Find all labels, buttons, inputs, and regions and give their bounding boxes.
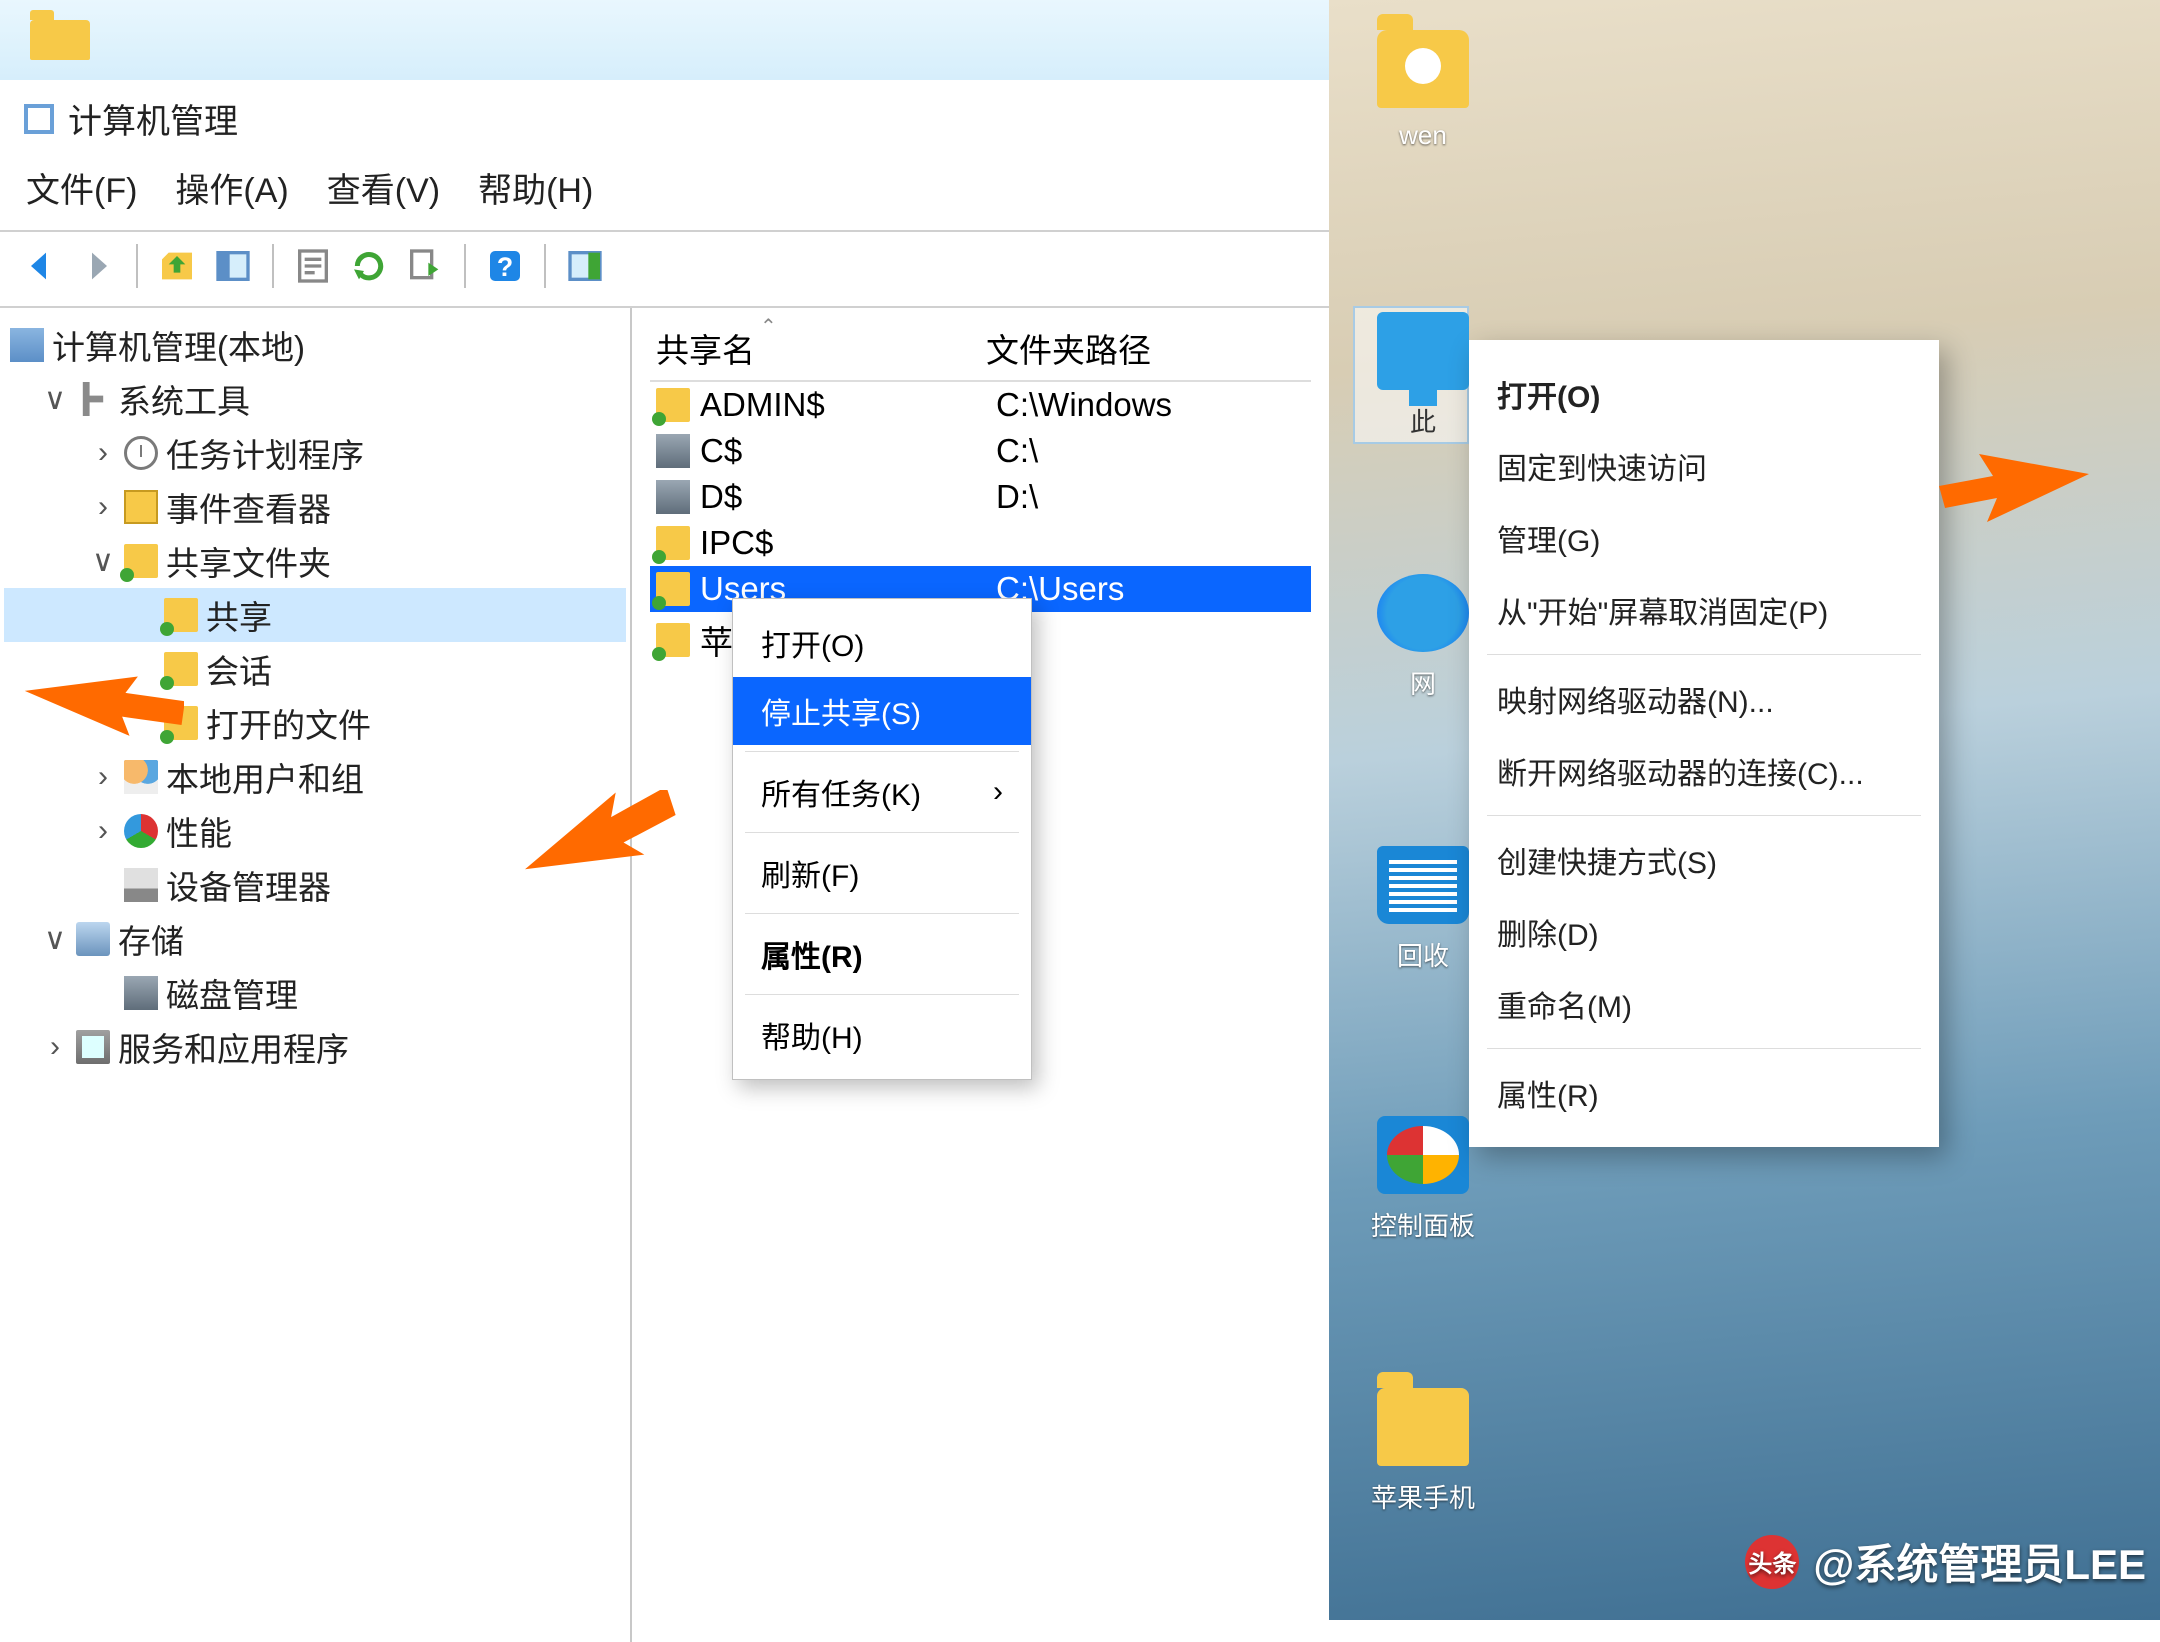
ctx2-open[interactable]: 打开(O) [1469,358,1939,430]
ctx2-pin-quick[interactable]: 固定到快速访问 [1469,430,1939,502]
tree-system-tools[interactable]: ∨系统工具 [4,372,626,426]
watermark-logo: 头条 [1745,1535,1799,1589]
menu-bar[interactable]: 文件(F) 操作(A) 查看(V) 帮助(H) [0,149,1329,230]
shared-folder-icon [124,544,158,578]
ctx2-map-drive[interactable]: 映射网络驱动器(N)... [1469,663,1939,735]
share-context-menu: 打开(O) 停止共享(S) 所有任务(K)› 刷新(F) 属性(R) 帮助(H) [732,598,1032,1080]
ctx-refresh[interactable]: 刷新(F) [733,839,1031,907]
ctx2-unpin-start[interactable]: 从"开始"屏幕取消固定(P) [1469,574,1939,646]
folder-icon [1377,1388,1469,1466]
services-icon [76,1030,110,1064]
desktop-icon-label: wen [1353,120,1493,151]
computer-management-icon [24,104,54,134]
ctx-open[interactable]: 打开(O) [733,609,1031,677]
desktop-icon-user-folder[interactable]: wen [1353,30,1493,151]
list-row[interactable]: IPC$ [650,520,1311,566]
list-row[interactable]: D$D:\ [650,474,1311,520]
perf-icon [124,814,158,848]
share-icon [656,388,690,422]
recycle-bin-icon [1377,846,1469,924]
menu-action[interactable]: 操作(A) [175,163,288,212]
share-icon [656,526,690,560]
desktop-icon-label: 苹果手机 [1353,1478,1493,1515]
navigation-tree[interactable]: 计算机管理(本地) ∨系统工具 ›任务计划程序 ›事件查看器 ∨共享文件夹 共享… [0,308,632,1642]
ctx2-manage[interactable]: 管理(G) [1469,502,1939,574]
ctx2-disconnect[interactable]: 断开网络驱动器的连接(C)... [1469,735,1939,807]
tree-task-scheduler[interactable]: ›任务计划程序 [4,426,626,480]
control-panel-icon [1377,1116,1469,1194]
list-header[interactable]: ⌃共享名 文件夹路径 [650,316,1311,382]
menu-view[interactable]: 查看(V) [327,163,440,212]
tree-disk-mgmt[interactable]: 磁盘管理 [4,966,626,1020]
ctx2-properties[interactable]: 属性(R) [1469,1057,1939,1129]
annotation-arrow-icon [24,662,184,742]
tree-services[interactable]: ›服务和应用程序 [4,1020,626,1074]
event-icon [124,490,158,524]
users-icon [124,760,158,794]
forward-button[interactable] [74,243,120,289]
toolbar: ? [0,230,1329,308]
col-folder-path[interactable]: 文件夹路径 [980,316,1311,380]
ctx2-rename[interactable]: 重命名(M) [1469,968,1939,1040]
list-row[interactable]: C$C:\ [650,428,1311,474]
desktop-icon-folder[interactable]: 苹果手机 [1353,1388,1493,1515]
properties-button[interactable] [290,243,336,289]
help-button[interactable]: ? [482,243,528,289]
ctx-help[interactable]: 帮助(H) [733,1001,1031,1069]
computer-icon [10,328,44,362]
tree-root[interactable]: 计算机管理(本地) [4,318,626,372]
watermark: 头条 @系统管理员LEE [1745,1531,2146,1592]
user-folder-icon [1377,30,1469,108]
drive-icon [656,434,690,468]
tree-shared-folders[interactable]: ∨共享文件夹 [4,534,626,588]
tools-icon [76,382,110,416]
up-button[interactable] [154,243,200,289]
shares-list: ⌃共享名 文件夹路径 ADMIN$C:\Windows C$C:\ D$D:\ … [632,308,1329,1642]
export-button[interactable] [402,243,448,289]
ctx2-shortcut[interactable]: 创建快捷方式(S) [1469,824,1939,896]
computer-management-window: 计算机管理 文件(F) 操作(A) 查看(V) 帮助(H) ? 计算机管理(本地 [0,0,1329,1620]
ctx-properties[interactable]: 属性(R) [733,920,1031,988]
submenu-arrow-icon: › [993,775,1003,809]
window-title-bar: 计算机管理 [0,80,1329,149]
desktop[interactable]: wen 此 网 回收 控制面板 苹果手机 打开(O) 固定到快速访问 管理(G)… [1329,0,2160,1620]
back-button[interactable] [18,243,64,289]
ctx-stop-sharing[interactable]: 停止共享(S) [733,677,1031,745]
clock-icon [124,436,158,470]
annotation-arrow-icon [518,790,678,880]
desktop-icon-label: 控制面板 [1353,1206,1493,1243]
tree-shares[interactable]: 共享 [4,588,626,642]
col-share-name[interactable]: ⌃共享名 [650,316,980,380]
drive-icon [656,480,690,514]
show-hide-button[interactable] [210,243,256,289]
tree-storage[interactable]: ∨存储 [4,912,626,966]
network-icon [1377,574,1469,652]
storage-icon [76,922,110,956]
device-icon [124,868,158,902]
explorer-tab-strip [0,0,1329,80]
this-pc-icon [1377,312,1469,390]
sort-caret-icon: ⌃ [760,314,777,339]
this-pc-context-menu: 打开(O) 固定到快速访问 管理(G) 从"开始"屏幕取消固定(P) 映射网络驱… [1469,340,1939,1147]
annotation-arrow-icon [1939,452,2089,532]
share-icon [656,623,690,657]
menu-help[interactable]: 帮助(H) [478,163,593,212]
svg-text:?: ? [497,252,513,282]
share-icon [656,572,690,606]
menu-file[interactable]: 文件(F) [26,163,137,212]
ctx-all-tasks[interactable]: 所有任务(K)› [733,758,1031,826]
tree-event-viewer[interactable]: ›事件查看器 [4,480,626,534]
ctx2-delete[interactable]: 删除(D) [1469,896,1939,968]
list-row[interactable]: ADMIN$C:\Windows [650,382,1311,428]
watermark-author: @系统管理员LEE [1813,1531,2146,1592]
folder-icon [30,20,90,60]
disk-icon [124,976,158,1010]
refresh-button[interactable] [346,243,392,289]
share-icon [164,598,198,632]
window-title: 计算机管理 [68,94,238,143]
action-pane-button[interactable] [562,243,608,289]
